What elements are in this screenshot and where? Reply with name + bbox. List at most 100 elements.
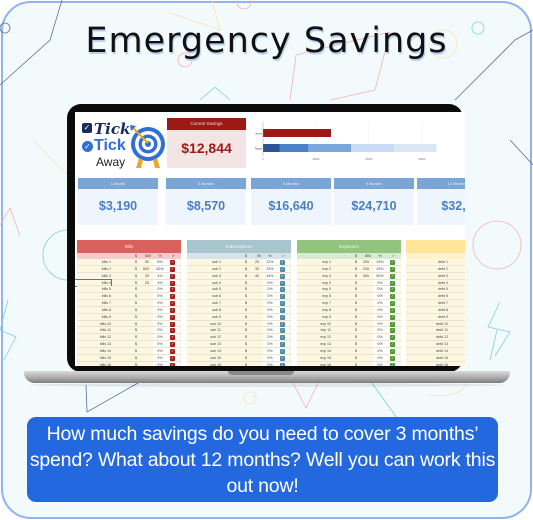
row-name[interactable]: debt 10 — [406, 321, 448, 328]
checkbox-checked[interactable]: ✓ — [280, 355, 285, 361]
row-name[interactable]: debt 11 — [406, 327, 448, 334]
row-name[interactable]: exp 1 — [297, 259, 331, 266]
row-name[interactable]: exp 15 — [297, 355, 331, 362]
row-name[interactable]: sub 3 — [187, 273, 221, 280]
row-amount[interactable]: 400 — [359, 273, 369, 280]
row-name[interactable]: sub 8 — [187, 307, 221, 314]
checkbox-checked[interactable]: ✓ — [390, 294, 395, 300]
checkbox-checked[interactable]: ✓ — [280, 301, 285, 307]
row-name[interactable]: sub 1 — [187, 259, 221, 266]
checkbox-checked[interactable]: ✓ — [170, 307, 175, 313]
checkbox-checked[interactable]: ✓ — [170, 294, 175, 300]
row-name[interactable]: bills 16 — [77, 362, 111, 366]
checkbox-checked[interactable]: ✓ — [390, 273, 395, 279]
checkbox-checked[interactable]: ✓ — [280, 348, 285, 354]
row-name[interactable]: debt 16 — [406, 362, 448, 366]
row-name[interactable]: sub 10 — [187, 321, 221, 328]
row-name[interactable]: debt 2 — [406, 266, 448, 273]
row-name[interactable]: bills 9 — [77, 314, 111, 321]
row-name[interactable]: sub 14 — [187, 348, 221, 355]
row-amount[interactable]: 200 — [359, 259, 369, 266]
checkbox-checked[interactable]: ✓ — [390, 287, 395, 293]
checkbox-checked[interactable]: ✓ — [170, 266, 175, 272]
row-name[interactable]: exp 16 — [297, 362, 331, 366]
checkbox-checked[interactable]: ✓ — [280, 280, 285, 286]
row-name[interactable]: sub 2 — [187, 266, 221, 273]
row-name[interactable]: debt 1 — [406, 259, 448, 266]
row-name[interactable]: debt 8 — [406, 307, 448, 314]
row-name[interactable]: bills 4 — [75, 278, 112, 288]
row-name[interactable]: bills 12 — [77, 334, 111, 341]
checkbox-checked[interactable]: ✓ — [170, 328, 175, 334]
row-name[interactable]: bills 14 — [77, 348, 111, 355]
row-amount[interactable]: 30 — [249, 266, 259, 273]
checkbox-checked[interactable]: ✓ — [170, 301, 175, 307]
checkbox-checked[interactable]: ✓ — [170, 348, 175, 354]
row-name[interactable]: sub 4 — [187, 280, 221, 287]
row-name[interactable]: bills 7 — [77, 300, 111, 307]
checkbox-checked[interactable]: ✓ — [390, 280, 395, 286]
checkbox-checked[interactable]: ✓ — [390, 355, 395, 361]
row-name[interactable]: debt 14 — [406, 348, 448, 355]
row-name[interactable]: exp 4 — [297, 280, 331, 287]
row-name[interactable]: sub 6 — [187, 293, 221, 300]
checkbox-checked[interactable]: ✓ — [390, 348, 395, 354]
checkbox-checked[interactable]: ✓ — [280, 342, 285, 348]
row-name[interactable]: exp 2 — [297, 266, 331, 273]
row-name[interactable]: sub 12 — [187, 334, 221, 341]
checkbox-checked[interactable]: ✓ — [280, 362, 285, 366]
checkbox-checked[interactable]: ✓ — [390, 260, 395, 265]
checkbox-checked[interactable]: ✓ — [170, 314, 175, 320]
row-name[interactable]: exp 12 — [297, 334, 331, 341]
checkbox-checked[interactable]: ✓ — [170, 342, 175, 348]
row-name[interactable]: sub 15 — [187, 355, 221, 362]
row-name[interactable]: debt 6 — [406, 293, 448, 300]
row-name[interactable]: debt 13 — [406, 341, 448, 348]
checkbox-checked[interactable]: ✓ — [390, 321, 395, 327]
row-amount[interactable]: 25 — [139, 280, 149, 287]
checkbox-checked[interactable]: ✓ — [170, 273, 175, 279]
checkbox-checked[interactable]: ✓ — [170, 260, 175, 265]
checkbox-checked[interactable]: ✓ — [280, 335, 285, 341]
row-name[interactable]: sub 9 — [187, 314, 221, 321]
checkbox-checked[interactable]: ✓ — [280, 266, 285, 272]
row-name[interactable]: debt 15 — [406, 355, 448, 362]
checkbox-checked[interactable]: ✓ — [390, 314, 395, 320]
row-name[interactable]: bills 6 — [77, 293, 111, 300]
row-name[interactable]: exp 9 — [297, 314, 331, 321]
row-name[interactable]: debt 3 — [406, 273, 448, 280]
row-name[interactable]: bills 8 — [77, 307, 111, 314]
checkbox-checked[interactable]: ✓ — [280, 328, 285, 334]
row-amount[interactable]: 500 — [139, 266, 149, 273]
checkbox-checked[interactable]: ✓ — [170, 287, 175, 293]
row-name[interactable]: bills 2 — [77, 266, 111, 273]
checkbox-checked[interactable]: ✓ — [170, 355, 175, 361]
checkbox-checked[interactable]: ✓ — [390, 266, 395, 272]
checkbox-checked[interactable]: ✓ — [390, 301, 395, 307]
row-amount[interactable]: 40 — [249, 273, 259, 280]
checkbox-checked[interactable]: ✓ — [390, 342, 395, 348]
checkbox-checked[interactable]: ✓ — [280, 260, 285, 265]
row-name[interactable]: debt 7 — [406, 300, 448, 307]
checkbox-checked[interactable]: ✓ — [280, 294, 285, 300]
row-name[interactable]: exp 6 — [297, 293, 331, 300]
row-name[interactable]: bills 5 — [77, 286, 111, 293]
row-name[interactable]: bills 3 — [77, 273, 111, 280]
row-name[interactable]: sub 7 — [187, 300, 221, 307]
row-name[interactable]: exp 13 — [297, 341, 331, 348]
checkbox-checked[interactable]: ✓ — [280, 321, 285, 327]
row-name[interactable]: debt 4 — [406, 280, 448, 287]
row-name[interactable]: debt 12 — [406, 334, 448, 341]
row-amount[interactable]: 200 — [359, 266, 369, 273]
row-name[interactable]: exp 10 — [297, 321, 331, 328]
row-amount[interactable]: 50 — [139, 259, 149, 266]
row-name[interactable]: sub 5 — [187, 286, 221, 293]
row-name[interactable]: bills 11 — [77, 327, 111, 334]
row-name[interactable]: sub 11 — [187, 327, 221, 334]
row-name[interactable]: exp 11 — [297, 327, 331, 334]
row-name[interactable]: exp 5 — [297, 286, 331, 293]
checkbox-checked[interactable]: ✓ — [280, 307, 285, 313]
checkbox-checked[interactable]: ✓ — [170, 362, 175, 366]
checkbox-checked[interactable]: ✓ — [390, 328, 395, 334]
checkbox-checked[interactable]: ✓ — [170, 280, 175, 286]
